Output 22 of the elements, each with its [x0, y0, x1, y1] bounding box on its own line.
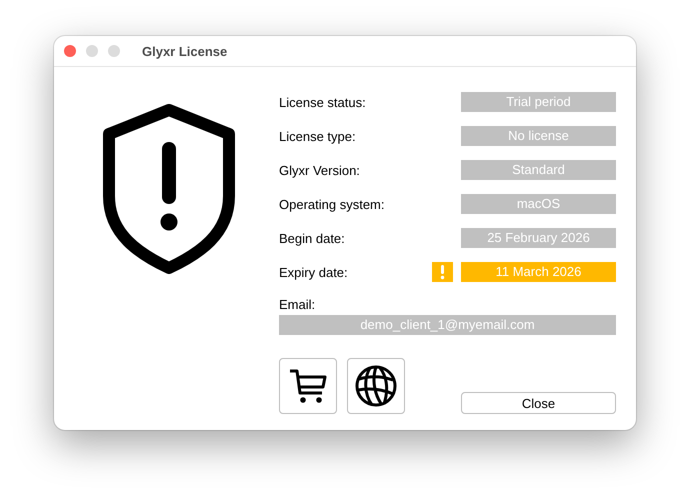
globe-button[interactable] — [347, 358, 405, 414]
field-label: Glyxr Version: — [279, 162, 361, 178]
field-label: License status: — [279, 94, 367, 110]
cart-button[interactable] — [279, 358, 337, 414]
field-value: No license — [461, 126, 616, 146]
globe-icon — [354, 364, 398, 408]
field-value: macOS — [461, 194, 616, 214]
field-value: 11 March 2026 — [461, 262, 616, 282]
cart-icon — [288, 367, 328, 405]
field-label: Begin date: — [279, 230, 346, 246]
field-label: Operating system: — [279, 196, 386, 212]
field-label: Expiry date: — [279, 264, 349, 280]
field-value: 25 February 2026 — [461, 228, 616, 248]
window-title: Glyxr License — [142, 44, 228, 58]
close-button[interactable]: Close — [461, 392, 616, 414]
field-value: demo_client_1@myemail.com — [279, 315, 616, 335]
shield-warning-icon — [100, 104, 236, 274]
field-label: License type: — [279, 128, 357, 144]
field-label: Email: — [279, 297, 316, 313]
close-window-icon[interactable] — [64, 45, 76, 57]
field-value: Standard — [461, 160, 616, 180]
field-value: Trial period — [461, 92, 616, 112]
